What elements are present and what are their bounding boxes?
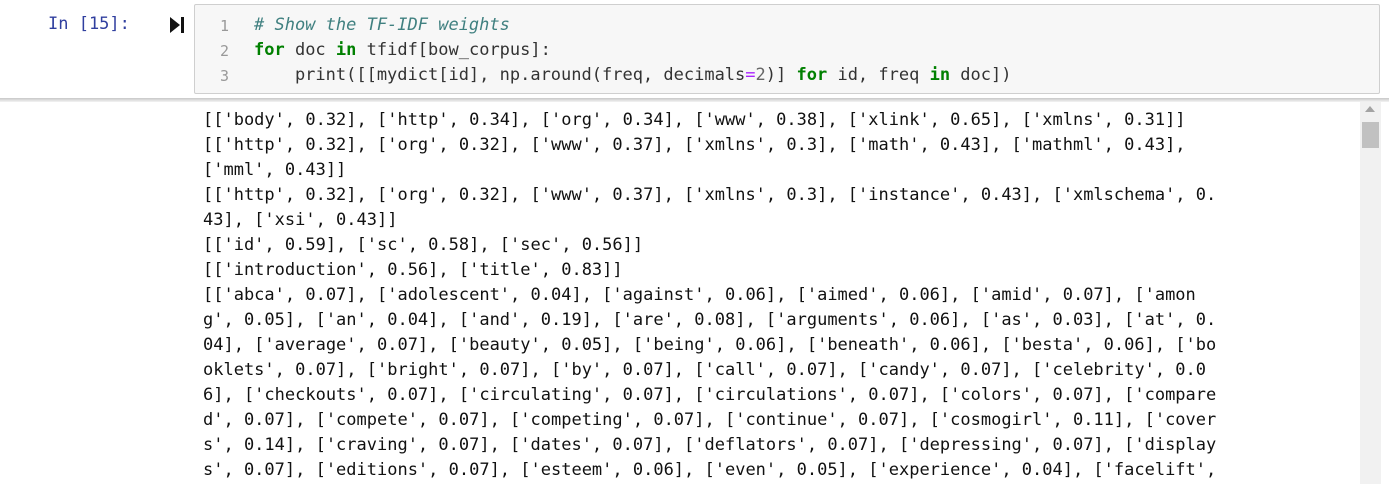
code-comment: # Show the TF-IDF weights: [254, 15, 510, 35]
keyword-in: in: [929, 65, 951, 85]
output-divider: [0, 98, 1389, 102]
input-prompt: In [15]:: [48, 14, 130, 34]
output-line: 6], ['checkouts', 0.07], ['circulating',…: [203, 385, 1217, 405]
code-text: print([[mydict[id], np.around(freq, deci…: [254, 65, 746, 85]
output-line: [['id', 0.59], ['sc', 0.58], ['sec', 0.5…: [203, 235, 644, 255]
output-line: s', 0.07], ['editions', 0.07], ['esteem'…: [203, 460, 1217, 480]
output-line: [['http', 0.32], ['org', 0.32], ['www', …: [203, 185, 1217, 205]
code-text: id, freq: [827, 65, 930, 85]
scrollbar-thumb[interactable]: [1362, 122, 1379, 148]
cell-output: [['body', 0.32], ['http', 0.34], ['org',…: [203, 108, 1353, 484]
output-line: g', 0.05], ['an', 0.04], ['and', 0.19], …: [203, 310, 1217, 330]
output-scrollbar[interactable]: [1360, 102, 1381, 484]
number-literal: 2: [755, 65, 766, 85]
output-line: [['abca', 0.07], ['adolescent', 0.04], […: [203, 285, 1196, 305]
output-line: [['introduction', 0.56], ['title', 0.83]…: [203, 260, 623, 280]
output-line: ['mml', 0.43]]: [203, 160, 347, 180]
line-number-gutter: 1 2 3: [195, 5, 241, 93]
line-number: 1: [219, 17, 229, 35]
code-line-2: for doc in tfidf[bow_corpus]:: [254, 40, 551, 60]
output-line: [['body', 0.32], ['http', 0.34], ['org',…: [203, 110, 1186, 130]
output-line: 43], ['xsi', 0.43]]: [203, 210, 398, 230]
scroll-up-arrow-icon[interactable]: [1365, 106, 1375, 112]
keyword-in: in: [335, 40, 357, 60]
keyword-for: for: [254, 40, 285, 60]
line-number: 3: [219, 67, 229, 85]
output-line: s', 0.14], ['craving', 0.07], ['dates', …: [203, 435, 1217, 455]
code-text: doc]): [950, 65, 1012, 85]
line-number: 2: [219, 42, 229, 60]
code-line-3: print([[mydict[id], np.around(freq, deci…: [254, 65, 1012, 85]
run-cell-icon[interactable]: [170, 17, 184, 33]
output-line: 04], ['average', 0.07], ['beauty', 0.05]…: [203, 335, 1217, 355]
output-line: oklets', 0.07], ['bright', 0.07], ['by',…: [203, 360, 1207, 380]
code-editor[interactable]: 1 2 3 # Show the TF-IDF weights for doc …: [194, 4, 1380, 94]
code-text: tfidf[bow_corpus]:: [356, 40, 551, 60]
code-text: doc: [284, 40, 336, 60]
keyword-for: for: [796, 65, 828, 85]
code-line-1: # Show the TF-IDF weights: [254, 15, 510, 35]
code-text: )]: [765, 65, 797, 85]
equals-operator: =: [745, 65, 756, 85]
output-line: [['http', 0.32], ['org', 0.32], ['www', …: [203, 135, 1186, 155]
output-line: d', 0.07], ['compete', 0.07], ['competin…: [203, 410, 1217, 430]
